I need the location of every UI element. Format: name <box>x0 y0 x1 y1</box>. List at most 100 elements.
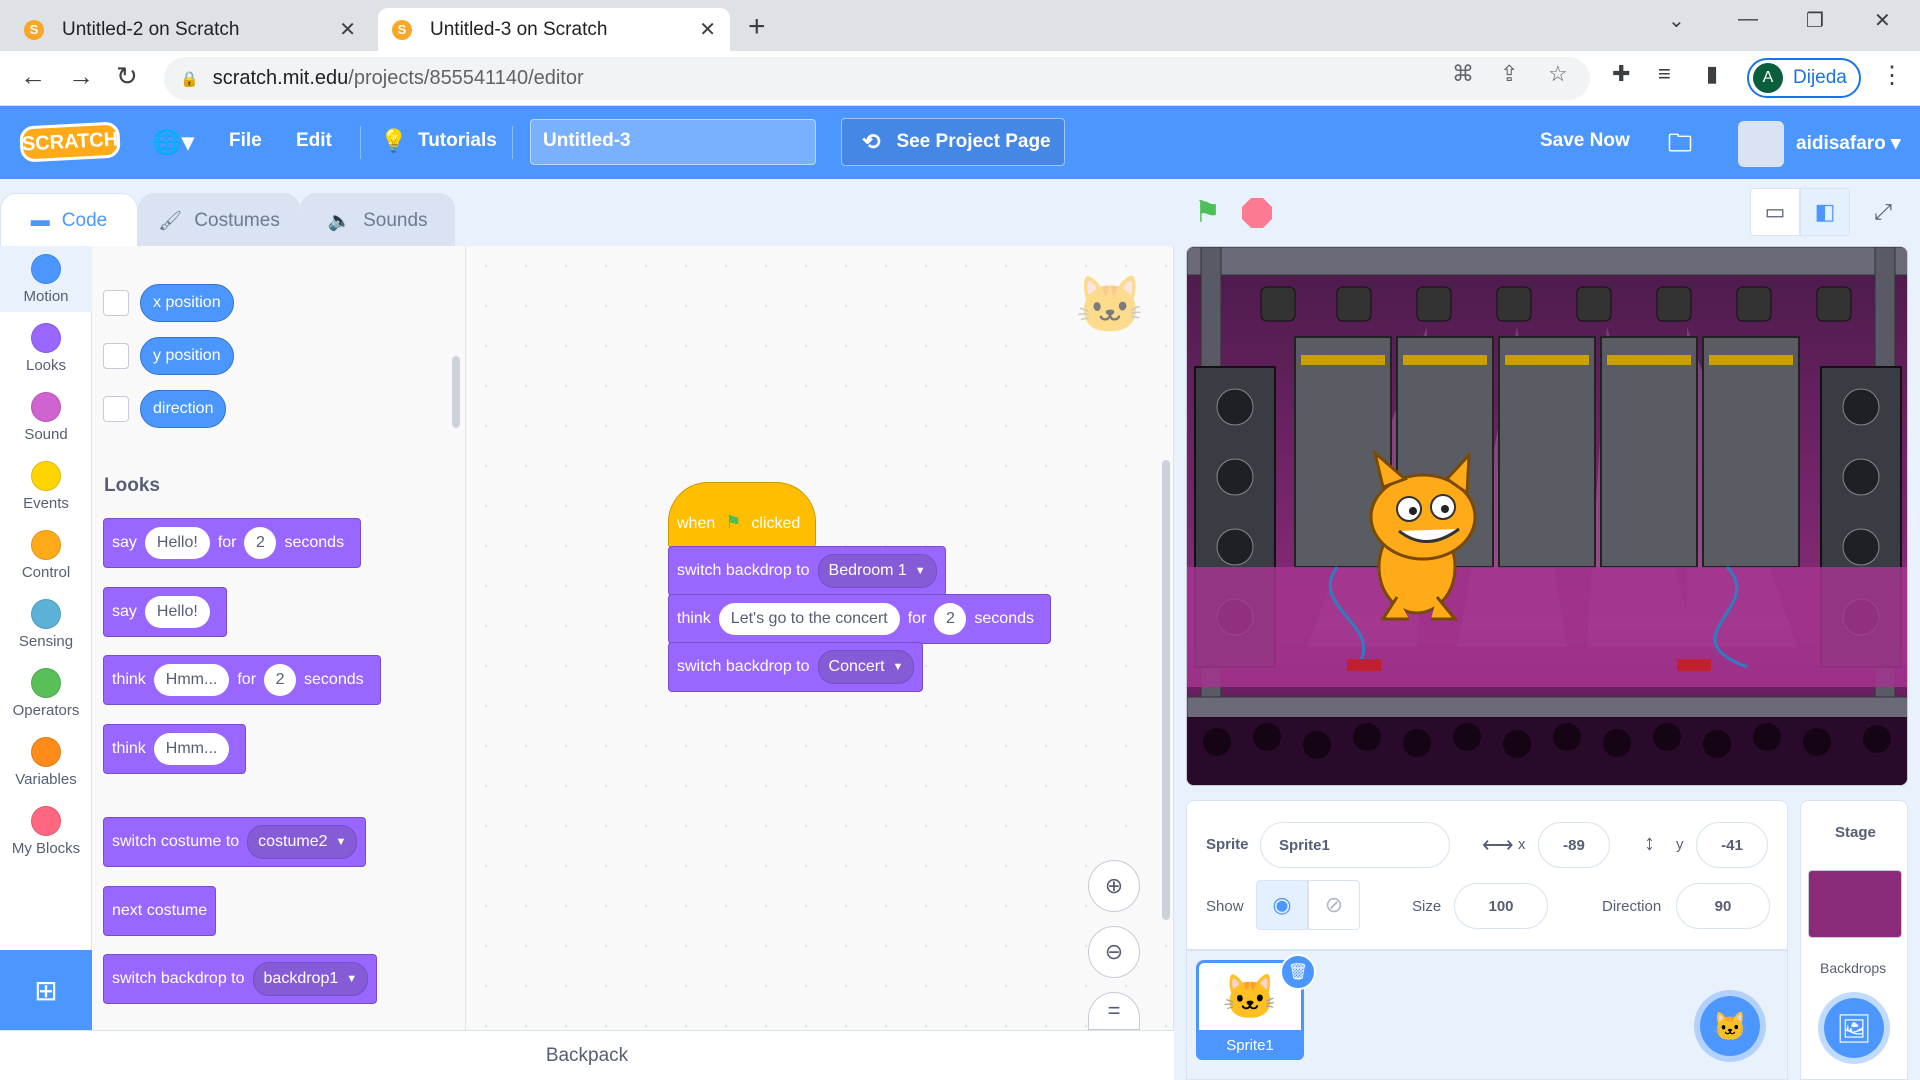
reload-icon[interactable]: ↻ <box>116 61 138 92</box>
back-icon[interactable]: ← <box>20 61 46 92</box>
tab-search-icon[interactable]: ⌄ <box>1668 8 1685 33</box>
choose-sprite-button[interactable]: 🐱 <box>1694 990 1766 1062</box>
zoom-in-button[interactable]: ⊕ <box>1088 860 1140 912</box>
direction-reporter[interactable]: direction <box>140 390 227 428</box>
new-tab-icon[interactable]: + <box>748 10 766 44</box>
normal-stage-button[interactable]: ◧ <box>1800 188 1850 236</box>
fullscreen-button[interactable]: ⤢ <box>1858 188 1908 236</box>
tab-sounds[interactable]: 🔈 Sounds <box>300 193 455 247</box>
size-input[interactable]: 100 <box>1454 883 1548 929</box>
stop-button[interactable] <box>1242 198 1272 228</box>
url-field[interactable]: 🔒 scratch.mit.edu/projects/855541140/edi… <box>164 57 1590 100</box>
x-position-checkbox[interactable] <box>103 290 129 316</box>
category-events[interactable]: Events <box>0 453 92 519</box>
think-text-input[interactable]: Hmm... <box>153 733 230 765</box>
say-for-seconds-block[interactable]: say Hello! for 2 seconds <box>103 518 362 568</box>
browser-tab-active[interactable]: S Untitled-3 on Scratch ✕ <box>378 8 730 51</box>
backdrop-dropdown[interactable]: backdrop1 ▼ <box>252 962 369 996</box>
show-sprite-button[interactable]: ◉ <box>1256 880 1308 930</box>
direction-checkbox[interactable] <box>103 396 129 422</box>
category-my-blocks[interactable]: My Blocks <box>0 798 92 864</box>
category-control[interactable]: Control <box>0 522 92 588</box>
share-icon[interactable]: ⇪ <box>1500 61 1518 87</box>
zoom-reset-icon: = <box>1107 998 1121 1023</box>
costume-dropdown[interactable]: costume2 ▼ <box>247 825 358 859</box>
language-globe-icon[interactable]: 🌐▾ <box>152 128 194 157</box>
hide-sprite-button[interactable]: ⊘ <box>1308 880 1360 930</box>
script-scrollbar[interactable] <box>1162 460 1170 920</box>
when-flag-clicked-block[interactable]: when ⚑ clicked <box>668 482 816 548</box>
project-title-input[interactable]: Untitled-3 <box>530 119 816 165</box>
edit-menu[interactable]: Edit <box>296 130 332 152</box>
sprite-name-input[interactable]: Sprite1 <box>1260 822 1450 868</box>
category-operators[interactable]: Operators <box>0 660 92 726</box>
category-looks[interactable]: Looks <box>0 315 92 381</box>
seconds-input[interactable]: 2 <box>264 664 297 696</box>
y-position-checkbox[interactable] <box>103 343 129 369</box>
x-position-reporter[interactable]: x position <box>140 284 234 322</box>
extensions-icon[interactable]: ✚ <box>1612 61 1630 87</box>
small-stage-button[interactable]: ▭ <box>1750 188 1800 236</box>
script-switch-backdrop-block[interactable]: switch backdrop to Bedroom 1 ▼ <box>668 546 946 596</box>
side-panel-icon[interactable]: ▮ <box>1706 61 1718 87</box>
close-tab-icon[interactable]: ✕ <box>339 17 356 42</box>
script-think-for-seconds-block[interactable]: think Let's go to the concert for 2 seco… <box>668 594 1051 644</box>
switch-costume-block[interactable]: switch costume to costume2 ▼ <box>103 817 367 867</box>
backpack[interactable]: Backpack <box>0 1030 1174 1080</box>
close-window-icon[interactable]: ✕ <box>1874 8 1891 33</box>
close-tab-icon[interactable]: ✕ <box>699 17 716 42</box>
browser-menu-icon[interactable]: ⋮ <box>1880 61 1904 90</box>
say-text-input[interactable]: Hello! <box>144 596 210 628</box>
scratch-logo[interactable]: SCRATCH <box>19 121 121 163</box>
think-text-input[interactable]: Hmm... <box>153 664 230 696</box>
think-text-input[interactable]: Let's go to the concert <box>718 603 900 635</box>
say-text-input[interactable]: Hello! <box>144 527 210 559</box>
y-position-reporter[interactable]: y position <box>140 337 234 375</box>
tab-costumes[interactable]: 🖌 Costumes <box>138 193 300 247</box>
category-variables[interactable]: Variables <box>0 729 92 795</box>
script-switch-backdrop-block[interactable]: switch backdrop to Concert ▼ <box>668 642 924 692</box>
seconds-input[interactable]: 2 <box>934 603 967 635</box>
tab-code[interactable]: ▬ Code <box>0 193 138 248</box>
account-menu[interactable]: aidisafaro ▾ <box>1796 132 1901 155</box>
sound-dot-icon <box>31 392 61 422</box>
think-block[interactable]: think Hmm... <box>103 724 247 774</box>
direction-input[interactable]: 90 <box>1676 883 1770 929</box>
translate-icon[interactable]: ⌘ <box>1452 61 1474 87</box>
add-extension-button[interactable]: ⊞ <box>0 950 92 1030</box>
minimize-icon[interactable]: — <box>1738 8 1758 31</box>
media-icon[interactable]: ≡ <box>1658 61 1671 87</box>
stage-backdrop-thumbnail[interactable] <box>1808 870 1902 938</box>
choose-backdrop-button[interactable]: 🖼 <box>1818 992 1890 1064</box>
say-block[interactable]: say Hello! <box>103 587 227 637</box>
tutorials-button[interactable]: Tutorials <box>418 130 497 152</box>
file-menu[interactable]: File <box>229 130 262 152</box>
think-for-seconds-block[interactable]: think Hmm... for 2 seconds <box>103 655 381 705</box>
bookmark-star-icon[interactable]: ☆ <box>1548 61 1568 87</box>
switch-backdrop-block[interactable]: switch backdrop to backdrop1 ▼ <box>103 954 378 1004</box>
see-project-page-button[interactable]: ⟲ See Project Page <box>841 118 1065 166</box>
next-costume-block[interactable]: next costume <box>103 886 217 936</box>
stage-canvas[interactable] <box>1186 246 1908 786</box>
browser-tab[interactable]: S Untitled-2 on Scratch ✕ <box>10 8 370 51</box>
save-now-button[interactable]: Save Now <box>1540 130 1630 152</box>
backdrop-dropdown[interactable]: Concert ▼ <box>817 650 915 684</box>
category-sound[interactable]: Sound <box>0 384 92 450</box>
y-input[interactable]: -41 <box>1696 822 1768 868</box>
delete-sprite-button[interactable]: 🗑 <box>1280 954 1316 990</box>
tutorials-bulb-icon[interactable]: 💡 <box>380 128 407 154</box>
forward-icon[interactable]: → <box>68 61 94 92</box>
green-flag-button[interactable]: ⚑ <box>1194 195 1221 230</box>
my-stuff-folder-icon[interactable]: 🗀 <box>1668 126 1692 167</box>
x-input[interactable]: -89 <box>1538 822 1610 868</box>
zoom-out-button[interactable]: ⊖ <box>1088 926 1140 978</box>
category-sensing[interactable]: Sensing <box>0 591 92 657</box>
seconds-input[interactable]: 2 <box>244 527 277 559</box>
user-avatar[interactable] <box>1738 121 1784 167</box>
restore-icon[interactable]: ❐ <box>1806 8 1824 33</box>
palette-scrollbar[interactable] <box>452 356 460 428</box>
category-motion[interactable]: Motion <box>0 246 92 312</box>
profile-button[interactable]: A Dijeda <box>1747 58 1861 98</box>
sprite-thumbnail-label: Sprite1 <box>1196 1030 1304 1060</box>
backdrop-dropdown[interactable]: Bedroom 1 ▼ <box>817 554 937 588</box>
